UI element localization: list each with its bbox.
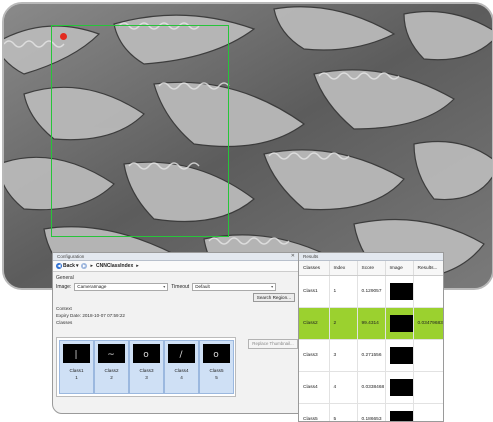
class-thumbnail: o (203, 344, 230, 363)
class-thumbnail: / (168, 344, 195, 363)
expiry-date-value: 2018-10-07 07:59:22 (82, 313, 125, 318)
separator-icon: ▸ (90, 263, 93, 269)
class-index: 4 (180, 375, 183, 380)
class-card[interactable]: o Class3 3 (129, 340, 164, 394)
breadcrumb-chevron-icon: ▸ (136, 263, 139, 269)
timeout-select-value: Default (195, 284, 210, 289)
table-row[interactable]: Class4 4 0.0338468 (299, 371, 443, 404)
cell-class: Class1 (299, 275, 330, 308)
class-index: 1 (75, 375, 78, 380)
breadcrumb[interactable]: CNNClassIndex (96, 263, 133, 269)
class-name: Class3 (139, 368, 154, 373)
svg-text:|: | (74, 350, 77, 360)
svg-text:/: / (179, 350, 183, 360)
cell-index: 1 (329, 275, 358, 308)
results-panel: Results Classes Index Score Image Result… (298, 252, 444, 422)
cell-class: Class3 (299, 339, 330, 372)
image-select-value: CameraImage (77, 284, 107, 289)
svg-text:o: o (143, 350, 149, 360)
column-header[interactable]: Classes (299, 261, 330, 276)
expiry-date-label: Expiry Date: (56, 313, 82, 318)
back-arrow-icon: ◀ (56, 263, 62, 269)
class-name: Class5 (209, 368, 224, 373)
cell-class: Class5 (299, 403, 330, 421)
dropdown-icon: ▾ (75, 263, 79, 269)
column-header[interactable]: Results... (413, 261, 443, 276)
result-thumbnail (389, 283, 413, 300)
class-index: 5 (215, 375, 218, 380)
class-thumbnail: | (63, 344, 90, 363)
cell-image (385, 371, 414, 404)
result-thumbnail (389, 315, 413, 332)
table-row[interactable]: Class5 5 0.186653 (299, 403, 443, 421)
result-thumbnail (389, 379, 413, 396)
search-region-button[interactable]: Search Region... (252, 292, 295, 302)
class-thumbnail: ~ (98, 344, 125, 363)
forward-arrow-icon[interactable]: ▶ (81, 263, 88, 269)
search-region-rectangle[interactable] (51, 25, 229, 237)
table-row[interactable]: Class3 3 0.271556 (299, 339, 443, 372)
configuration-panel: Configuration ✕ ◀ Back ▾ ▶ ▸ CNNClassInd… (52, 252, 299, 414)
cell-score: 0.271556 (357, 339, 386, 372)
cell-index: 5 (329, 403, 358, 421)
class-name: Class4 (174, 368, 189, 373)
timeout-select[interactable]: Default ▾ (192, 283, 277, 291)
column-header[interactable]: Index (329, 261, 358, 276)
class-thumbnail: o (133, 344, 160, 363)
cell-score: 0.129057 (357, 275, 386, 308)
column-header[interactable]: Score (357, 261, 386, 276)
cell-results: 0.034796836 (413, 307, 443, 340)
cell-score: 0.0338468 (357, 371, 386, 404)
cell-results (413, 403, 443, 421)
panel-title: Configuration (53, 253, 298, 261)
cell-image (385, 275, 414, 308)
class-card[interactable]: / Class4 4 (164, 340, 199, 394)
class-index: 2 (110, 375, 113, 380)
table-row[interactable]: Class1 1 0.129057 (299, 275, 443, 308)
cell-class: Class2 (299, 307, 330, 340)
region-handle-marker[interactable] (60, 33, 67, 40)
general-section-label: General (56, 275, 74, 281)
class-card[interactable]: o Class5 5 (199, 340, 234, 394)
replace-thumbnail-button[interactable]: Replace Thumbnail... (248, 339, 298, 349)
chevron-down-icon: ▾ (163, 284, 166, 289)
cell-index: 4 (329, 371, 358, 404)
classes-list: | Class1 1 ~ Class2 2 o Class3 3 / Class… (56, 337, 236, 397)
classes-section-label: Classes (56, 320, 73, 325)
cell-image (385, 307, 414, 340)
results-table: Classes Index Score Image Results... Cla… (299, 261, 443, 421)
context-label: Context (56, 306, 72, 311)
table-row-selected[interactable]: Class2 2 99.4314 0.034796836 (299, 307, 443, 340)
class-name: Class1 (69, 368, 84, 373)
cell-image (385, 339, 414, 372)
chevron-down-icon: ▾ (271, 284, 274, 289)
cell-results (413, 339, 443, 372)
navigation-bar: ◀ Back ▾ ▶ ▸ CNNClassIndex ▸ (53, 261, 298, 272)
class-card[interactable]: ~ Class2 2 (94, 340, 129, 394)
class-index: 3 (145, 375, 148, 380)
column-header[interactable]: Image (385, 261, 414, 276)
cell-results (413, 371, 443, 404)
cell-index: 3 (329, 339, 358, 372)
cell-score: 99.4314 (357, 307, 386, 340)
image-label: Image: (56, 284, 72, 290)
back-label: Back (63, 263, 75, 269)
results-title: Results (299, 253, 443, 261)
cell-results (413, 275, 443, 308)
class-card[interactable]: | Class1 1 (59, 340, 94, 394)
result-thumbnail (389, 411, 413, 421)
table-header-row: Classes Index Score Image Results... (299, 261, 443, 276)
timeout-label: Timeout (171, 284, 190, 290)
svg-text:~: ~ (107, 350, 115, 360)
svg-text:o: o (213, 350, 219, 360)
cell-class: Class4 (299, 371, 330, 404)
cell-score: 0.186653 (357, 403, 386, 421)
close-icon[interactable]: ✕ (291, 253, 295, 259)
image-select[interactable]: CameraImage ▾ (74, 283, 169, 291)
cell-index: 2 (329, 307, 358, 340)
back-button[interactable]: ◀ Back ▾ (56, 263, 78, 269)
cell-image (385, 403, 414, 421)
result-thumbnail (389, 347, 413, 364)
class-name: Class2 (104, 368, 119, 373)
